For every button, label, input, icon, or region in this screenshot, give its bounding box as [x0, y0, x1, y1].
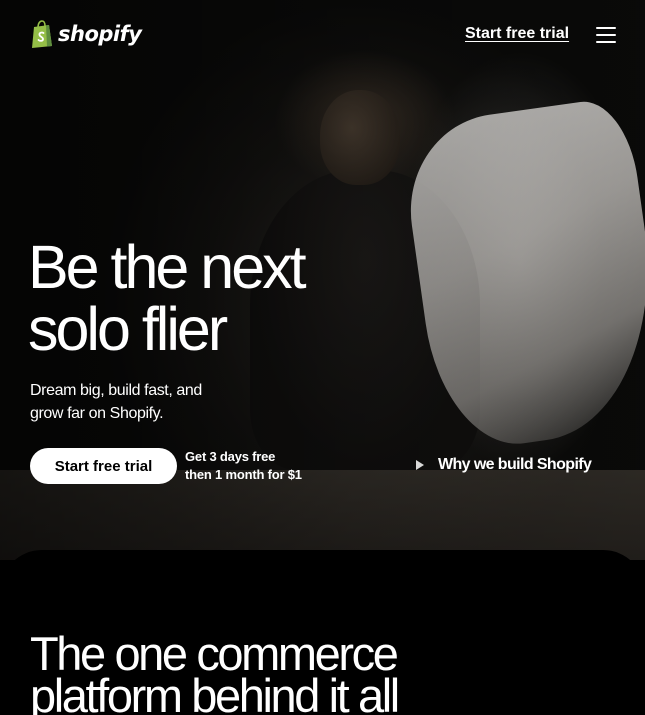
shopify-bag-icon	[32, 20, 52, 48]
section-title-line: platform behind it all	[30, 669, 400, 715]
top-nav: shopify Start free trial	[0, 0, 645, 70]
hero-subhead-line: Dream big, build fast, and	[30, 382, 202, 399]
trial-offer-note: Get 3 days free then 1 month for $1	[185, 448, 325, 484]
trial-offer-line: Get 3 days free	[185, 449, 276, 464]
hamburger-menu-icon[interactable]	[596, 27, 616, 43]
menu-bar	[596, 34, 616, 36]
commerce-platform-section: The one commerce platform behind it all	[0, 550, 645, 715]
shopify-logo[interactable]: shopify	[30, 20, 142, 48]
why-we-build-video-link[interactable]: Why we build Shopify	[416, 456, 592, 474]
start-free-trial-button[interactable]: Start free trial	[30, 448, 177, 484]
play-icon	[416, 460, 424, 470]
hero-headline-line: solo flier	[28, 295, 228, 363]
logo-wordmark: shopify	[58, 22, 142, 46]
hero-headline-line: Be the next	[28, 233, 307, 301]
section-title: The one commerce platform behind it all	[30, 630, 550, 715]
trial-offer-line: then 1 month for $1	[185, 467, 302, 482]
hero-headline: Be the next solo flier	[28, 236, 388, 360]
menu-bar	[596, 41, 616, 43]
menu-bar	[596, 27, 616, 29]
video-link-label: Why we build Shopify	[438, 456, 592, 473]
hero-subhead: Dream big, build fast, and grow far on S…	[30, 379, 260, 425]
hero-subhead-line: grow far on Shopify.	[30, 405, 164, 422]
nav-start-trial-link[interactable]: Start free trial	[465, 25, 569, 43]
hero-section: shopify Start free trial Be the next sol…	[0, 0, 645, 560]
